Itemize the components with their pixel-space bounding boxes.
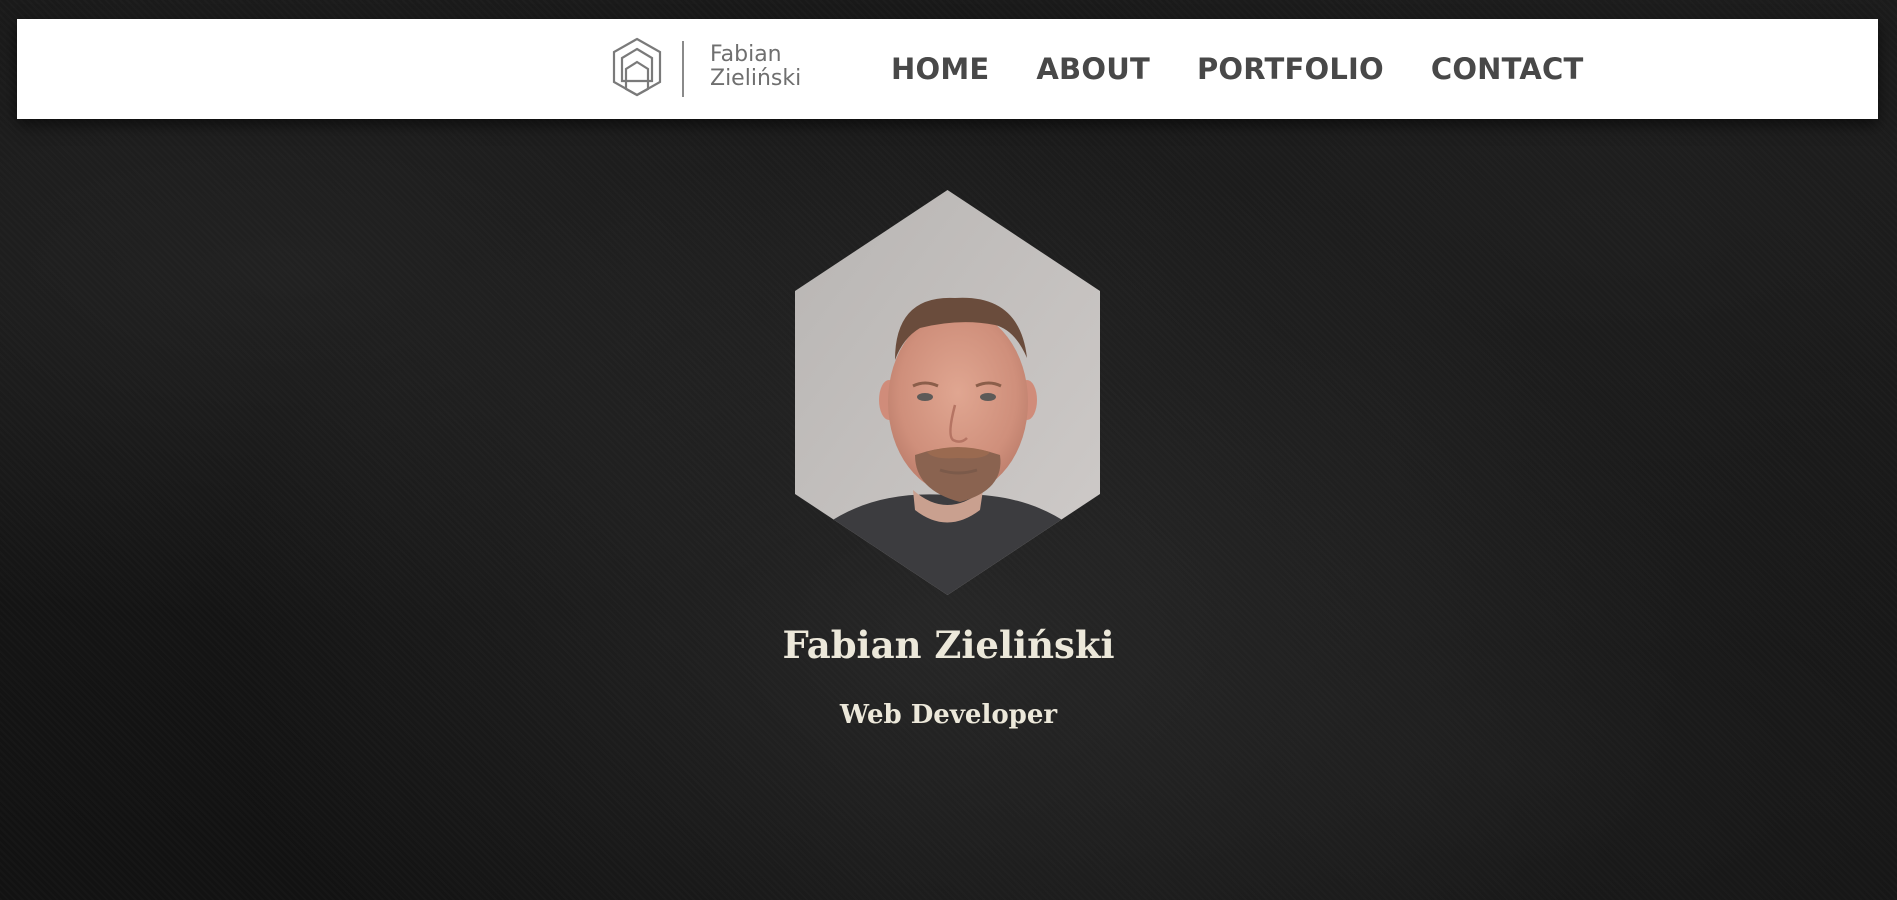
top-navbar: Fabian Zieliński HOME ABOUT PORTFOLIO CO… xyxy=(17,19,1878,119)
hexagon-house-logo-icon xyxy=(612,37,662,97)
nav-portfolio-link[interactable]: PORTFOLIO xyxy=(1197,52,1384,86)
logo-text: Fabian Zieliński xyxy=(710,43,830,91)
logo-first-name: Fabian xyxy=(710,42,782,67)
logo-last-name: Zieliński xyxy=(710,66,802,91)
logo-divider xyxy=(682,41,684,97)
nav-contact-link[interactable]: CONTACT xyxy=(1431,52,1584,86)
hero-role: Web Developer xyxy=(839,700,1058,730)
nav-home-link[interactable]: HOME xyxy=(891,52,989,86)
main-nav: HOME ABOUT PORTFOLIO CONTACT xyxy=(891,19,1584,119)
site-logo[interactable]: Fabian Zieliński xyxy=(611,37,811,101)
profile-photo xyxy=(795,190,1100,595)
hero-section: Fabian Zieliński Web Developer xyxy=(0,0,1897,900)
hero-name: Fabian Zieliński xyxy=(782,623,1115,667)
nav-about-link[interactable]: ABOUT xyxy=(1036,52,1150,86)
